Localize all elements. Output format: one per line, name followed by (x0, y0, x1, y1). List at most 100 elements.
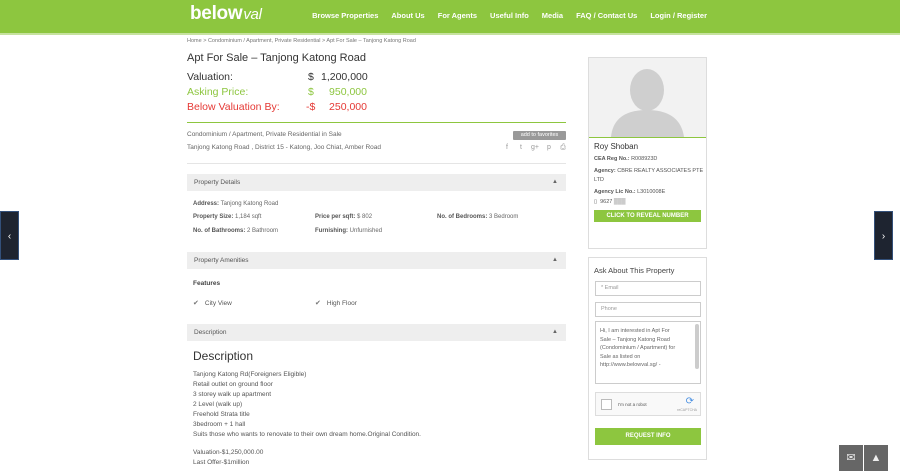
main-nav: Browse Properties About Us For Agents Us… (312, 11, 707, 20)
phone-icon: ▯ (594, 199, 598, 205)
agent-name: Roy Shoban (594, 142, 639, 151)
agent-card: Roy Shoban CEA Reg No.: R008923D Agency:… (588, 57, 707, 249)
property-address-line: Tanjong Katong Road , District 15 - Kato… (187, 144, 382, 151)
bedrooms-field: No. of Bedrooms: 3 Bedroom (437, 214, 518, 220)
scroll-top-icon[interactable]: ▲ (864, 445, 888, 471)
feature-label: High Floor (326, 300, 357, 307)
property-details-title: Property Details (194, 179, 241, 186)
nav-about-us[interactable]: About Us (391, 11, 424, 20)
property-amenities-header[interactable]: Property Amenities ▲ (187, 252, 566, 269)
bedrooms-value: 3 Bedroom (489, 214, 519, 220)
valuation-currency: $ (308, 71, 314, 83)
address-value: Tanjong Katong Road (220, 201, 279, 207)
property-size-label: Property Size: (193, 214, 234, 220)
agency-line-2: LTD (594, 177, 604, 183)
asking-price-currency: $ (308, 86, 314, 98)
chevron-up-icon: ▲ (552, 257, 558, 263)
description-line: 3bedroom + 1 hall (193, 421, 246, 428)
recaptcha-icon: ⟳ (685, 396, 694, 407)
cea-reg-line: CEA Reg No.: R008923D (594, 156, 657, 162)
description-line: Valuation-$1,250,000.00 (193, 449, 264, 456)
below-valuation-currency: -$ (306, 101, 316, 113)
description-line: Tanjong Katong Rd(Foreigners Eligible) (193, 371, 307, 378)
bathrooms-label: No. of Bathrooms: (193, 228, 246, 234)
phone-masked: ███ (613, 199, 626, 205)
feature-label: City View (204, 300, 232, 307)
bathrooms-field: No. of Bathrooms: 2 Bathroom (193, 228, 278, 234)
message-line: Hi, I am interested in Apt For (600, 328, 670, 334)
message-scrollbar[interactable] (695, 324, 699, 369)
agency-label: Agency: (594, 168, 616, 174)
property-details-header[interactable]: Property Details ▲ (187, 174, 566, 191)
inquiry-card: Ask About This Property * Email Phone Hi… (588, 257, 707, 460)
chevron-up-icon: ▲ (552, 179, 558, 185)
message-line: (Condominium / Apartment) for (600, 345, 676, 351)
description-line: Retail outlet on ground floor (193, 381, 273, 388)
phone-field[interactable]: Phone (595, 302, 701, 317)
agency-line: Agency: CBRE REALTY ASSOCIATES PTE (594, 168, 703, 174)
message-line: Sale – Tanjong Katong Road (600, 336, 670, 343)
below-valuation-label: Below Valuation By: (187, 101, 280, 113)
mail-icon[interactable]: ✉ (839, 445, 863, 471)
description-line: Suits those who wants to renovate to the… (193, 431, 421, 438)
description-header[interactable]: Description ▲ (187, 324, 566, 341)
breadcrumb[interactable]: Home > Condominium / Apartment, Private … (187, 38, 416, 44)
price-per-sqft-field: Price per sqft: $ 802 (315, 214, 372, 220)
nav-browse-properties[interactable]: Browse Properties (312, 11, 378, 20)
message-line: http://www.belowval.sg/ - (600, 362, 661, 368)
property-size-value: 1,184 sqft (235, 214, 262, 220)
add-to-favorites-button[interactable]: add to favorites (513, 131, 566, 140)
print-icon[interactable]: ⎙ (559, 144, 567, 152)
bathrooms-value: 2 Bathroom (247, 228, 279, 234)
share-icons: f t g+ p ⎙ (503, 144, 567, 152)
nav-for-agents[interactable]: For Agents (438, 11, 477, 20)
property-type: Condominium / Apartment, Private Residen… (187, 131, 342, 138)
request-info-button[interactable]: REQUEST INFO (595, 428, 701, 445)
nav-faq-contact[interactable]: FAQ / Contact Us (576, 11, 637, 20)
nav-media[interactable]: Media (542, 11, 563, 20)
logo-accent: val (243, 6, 262, 23)
recaptcha-widget: I'm not a robot ⟳ reCAPTCHA (595, 392, 701, 416)
bedrooms-label: No. of Bedrooms: (437, 214, 488, 220)
reveal-number-button[interactable]: CLICK TO REVEAL NUMBER (594, 210, 701, 222)
top-nav-bar: belowval Browse Properties About Us For … (0, 0, 900, 33)
valuation-label: Valuation: (187, 71, 233, 83)
agency-lic-value: L3010008E (637, 189, 666, 195)
captcha-checkbox[interactable] (601, 399, 612, 410)
agency-lic-label: Agency Lic No.: (594, 189, 636, 195)
captcha-label: I'm not a robot (618, 402, 647, 407)
page-title: Apt For Sale – Tanjong Katong Road (187, 52, 366, 64)
logo-main: below (190, 3, 243, 24)
furnishing-label: Furnishing: (315, 228, 348, 234)
google-plus-icon[interactable]: g+ (531, 144, 539, 152)
previous-listing-arrow[interactable]: ‹ (0, 211, 19, 260)
pinterest-icon[interactable]: p (545, 144, 553, 152)
facebook-icon[interactable]: f (503, 144, 511, 152)
description-header-title: Description (194, 329, 227, 336)
feature-item: ✔ High Floor (315, 299, 357, 307)
next-listing-arrow[interactable]: › (874, 211, 893, 260)
asking-price-label: Asking Price: (187, 86, 249, 98)
check-icon: ✔ (315, 300, 321, 307)
feature-item: ✔ City View (193, 299, 232, 307)
nav-underline (0, 33, 900, 35)
check-icon: ✔ (193, 300, 199, 307)
phone-line: ▯ 9627 ███ (594, 199, 626, 205)
below-valuation-amount: 250,000 (329, 101, 367, 113)
property-amenities-title: Property Amenities (194, 257, 249, 264)
message-line: Sale as listed on (600, 353, 641, 360)
message-textarea[interactable]: Hi, I am interested in Apt For Sale – Ta… (595, 321, 701, 384)
email-field[interactable]: * Email (595, 281, 701, 296)
valuation-amount: 1,200,000 (321, 71, 368, 83)
nav-login-register[interactable]: Login / Register (650, 11, 707, 20)
nav-useful-info[interactable]: Useful Info (490, 11, 529, 20)
inquiry-title: Ask About This Property (594, 266, 675, 275)
cea-reg-label: CEA Reg No.: (594, 156, 630, 162)
agency-lic-line: Agency Lic No.: L3010008E (594, 189, 665, 195)
features-title: Features (193, 280, 221, 287)
asking-price-amount: 950,000 (329, 86, 367, 98)
cea-reg-value: R008923D (631, 156, 658, 162)
agent-avatar (589, 58, 706, 137)
site-logo[interactable]: belowval (190, 3, 262, 25)
twitter-icon[interactable]: t (517, 144, 525, 152)
